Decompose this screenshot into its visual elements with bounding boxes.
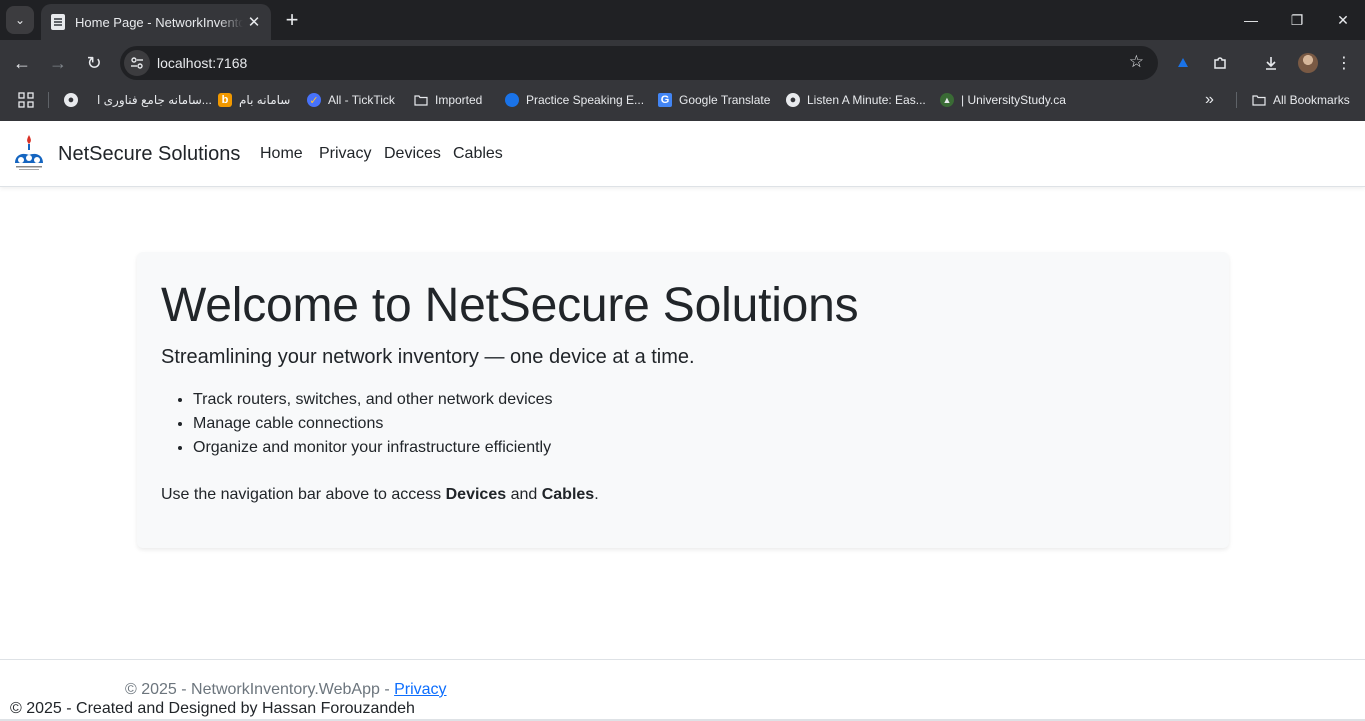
extensions-puzzle-icon[interactable] — [1207, 50, 1233, 76]
browser-menu-icon[interactable]: ⋮ — [1331, 50, 1357, 76]
bookmark-item[interactable]: ● سامانه جامع فناوری ا... — [64, 89, 212, 111]
site-navbar: NetSecure Solutions Home Privacy Devices… — [0, 121, 1365, 187]
new-tab-icon[interactable]: + — [280, 8, 304, 32]
page-title: Welcome to NetSecure Solutions — [161, 279, 859, 332]
nav-link-devices[interactable]: Devices — [384, 145, 441, 163]
bookmark-item[interactable]: ▲ | UniversityStudy.ca — [940, 89, 1066, 111]
list-item: Track routers, switches, and other netwo… — [193, 390, 553, 414]
footer-copyright: © 2025 - NetworkInventory.WebApp - Priva… — [125, 681, 447, 698]
folder-icon — [414, 93, 428, 107]
tab-close-icon[interactable]: ✕ — [245, 13, 263, 31]
devices-emphasis: Devices — [445, 486, 507, 503]
nav-link-cables[interactable]: Cables — [453, 145, 503, 163]
list-item: Manage cable connections — [193, 414, 553, 438]
welcome-jumbotron: Welcome to NetSecure Solutions Streamlin… — [137, 252, 1229, 548]
reload-icon[interactable]: ↻ — [79, 48, 109, 78]
bookmark-item[interactable]: ✓ All - TickTick — [307, 89, 395, 111]
globe-icon: ● — [786, 93, 800, 107]
speaking-practice-icon — [505, 93, 519, 107]
bookmark-separator — [48, 92, 49, 108]
bookmark-item[interactable]: G Google Translate — [658, 89, 770, 111]
list-item: Organize and monitor your infrastructure… — [193, 438, 553, 462]
bookmark-star-icon[interactable]: ☆ — [1129, 53, 1144, 70]
all-bookmarks-folder[interactable]: All Bookmarks — [1252, 89, 1350, 111]
site-info-icon[interactable] — [124, 50, 150, 76]
footer-credit: © 2025 - Created and Designed by Hassan … — [10, 700, 415, 717]
bookmark-separator — [1236, 92, 1237, 108]
feature-list: Track routers, switches, and other netwo… — [193, 390, 553, 462]
nav-link-home[interactable]: Home — [260, 145, 303, 163]
folder-icon — [1252, 93, 1266, 107]
graduation-cap-icon: ▲ — [940, 93, 954, 107]
address-bar[interactable]: localhost:7168 ☆ — [120, 46, 1158, 80]
cables-emphasis: Cables — [541, 486, 595, 503]
url-text: localhost:7168 — [157, 55, 248, 71]
nav-link-privacy[interactable]: Privacy — [319, 145, 371, 163]
apps-grid-icon[interactable] — [18, 89, 34, 111]
back-arrow-icon[interactable]: ← — [7, 48, 37, 78]
footer-privacy-link[interactable]: Privacy — [394, 681, 446, 698]
extension-icon[interactable] — [1170, 50, 1196, 76]
browser-chrome: ⌄ Home Page - NetworkInventory.WebApp ✕ … — [0, 0, 1365, 121]
profile-avatar[interactable] — [1298, 53, 1318, 73]
tab-strip: ⌄ Home Page - NetworkInventory.WebApp ✕ … — [0, 0, 1365, 40]
bookmark-folder[interactable]: Imported — [414, 89, 482, 111]
company-logo[interactable] — [12, 133, 46, 175]
google-translate-icon: G — [658, 93, 672, 107]
tab-title: Home Page - NetworkInventory.WebApp — [75, 14, 243, 30]
bookmark-item[interactable]: Practice Speaking E... — [505, 89, 644, 111]
window-close-icon[interactable]: ✕ — [1329, 6, 1357, 34]
bookmarks-overflow-icon[interactable]: » — [1205, 89, 1214, 111]
restore-icon[interactable]: ❐ — [1283, 6, 1311, 34]
globe-icon: ● — [64, 93, 78, 107]
tab-search-chevron-icon[interactable]: ⌄ — [6, 6, 34, 34]
bam-logo-icon: b — [218, 93, 232, 107]
ticktick-check-icon: ✓ — [307, 93, 321, 107]
lead-text: Streamlining your network inventory — on… — [161, 346, 695, 368]
minimize-icon[interactable]: — — [1237, 6, 1265, 34]
download-icon[interactable] — [1258, 50, 1284, 76]
navigation-hint: Use the navigation bar above to access D… — [161, 486, 599, 503]
brand-name[interactable]: NetSecure Solutions — [58, 143, 240, 166]
bookmark-item[interactable]: ● Listen A Minute: Eas... — [786, 89, 926, 111]
forward-arrow-icon[interactable]: → — [43, 48, 73, 78]
bookmark-item[interactable]: b سامانه بام — [218, 89, 290, 111]
page-favicon-icon — [51, 14, 65, 30]
footer-divider — [0, 659, 1365, 660]
browser-tab-active[interactable]: Home Page - NetworkInventory.WebApp ✕ — [41, 4, 271, 40]
